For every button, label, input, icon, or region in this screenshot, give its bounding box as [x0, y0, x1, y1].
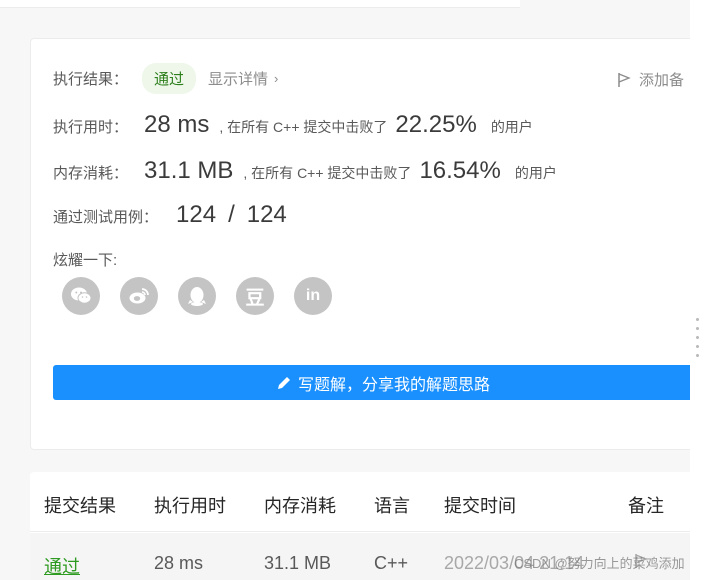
- percent-sign: %: [455, 111, 477, 138]
- watermark: CSDN @努力向上的菜鸡添加: [514, 556, 685, 571]
- memory-suffix: 的用户: [514, 165, 557, 181]
- memory-percent: 16.54: [419, 157, 480, 184]
- memory-label: 内存消耗：: [53, 165, 129, 182]
- weibo-glyph: [129, 288, 149, 304]
- header-runtime: 执行用时: [154, 496, 226, 516]
- show-details-label: 显示详情: [208, 71, 269, 88]
- result-row: 执行结果： 通过 显示详情 ›: [53, 63, 278, 94]
- runtime-percent: 22.25: [395, 111, 456, 138]
- percent-sign: %: [479, 157, 501, 184]
- runtime-suffix: 的用户: [490, 119, 533, 135]
- add-note-label: 添加备: [639, 72, 685, 89]
- header-status: 提交结果: [44, 496, 116, 516]
- row-memory: 31.1 MB: [264, 553, 332, 573]
- submission-result-page: 执行结果： 通过 显示详情 › 添加备 执行用时： 28 ms , 在所有 C+…: [0, 0, 714, 580]
- chevron-right-icon: ›: [274, 71, 279, 86]
- share-label: 炫耀一下:: [53, 252, 118, 269]
- runtime-label: 执行用时：: [53, 119, 129, 136]
- memory-row: 内存消耗： 31.1 MB , 在所有 C++ 提交中击败了 16.54% 的用…: [53, 157, 557, 185]
- qq-glyph: [188, 287, 206, 306]
- header-note: 备注: [628, 496, 664, 516]
- add-note-button[interactable]: 添加备: [617, 69, 684, 90]
- douban-glyph: 豆: [245, 287, 265, 309]
- runtime-row: 执行用时： 28 ms , 在所有 C++ 提交中击败了 22.25% 的用户: [53, 111, 533, 139]
- memory-value: 31.1 MB: [144, 157, 234, 184]
- wechat-icon[interactable]: [62, 277, 100, 315]
- drag-handle-icon[interactable]: [696, 318, 700, 357]
- douban-icon[interactable]: 豆: [236, 277, 274, 315]
- testcases-row: 通过测试用例： 124 / 124: [53, 201, 287, 229]
- linkedin-icon[interactable]: in: [294, 277, 332, 315]
- testcases-label: 通过测试用例：: [53, 209, 159, 226]
- flag-icon: [618, 72, 631, 87]
- linkedin-glyph: in: [305, 287, 321, 304]
- weibo-icon[interactable]: [120, 277, 158, 315]
- testcases-passed: 124: [176, 201, 217, 228]
- status-badge: 通过: [142, 63, 197, 94]
- runtime-beat-text: , 在所有 C++ 提交中击败了: [219, 119, 388, 135]
- runtime-value: 28 ms: [144, 111, 210, 138]
- testcases-total: 124: [246, 201, 287, 228]
- qq-icon[interactable]: [178, 277, 216, 315]
- write-solution-label: 写题解，分享我的解题思路: [297, 376, 490, 394]
- header-submit-time: 提交时间: [444, 496, 516, 516]
- row-runtime: 28 ms: [154, 553, 204, 573]
- share-row: 炫耀一下:: [53, 249, 117, 270]
- header-memory: 内存消耗: [264, 496, 336, 516]
- testcases-separator: /: [228, 201, 235, 228]
- result-label: 执行结果：: [53, 71, 129, 88]
- share-icons: 豆 in: [62, 277, 352, 315]
- header-language: 语言: [374, 496, 410, 516]
- memory-beat-text: , 在所有 C++ 提交中击败了: [243, 165, 412, 181]
- show-details-link[interactable]: 显示详情 ›: [208, 68, 278, 89]
- pencil-icon: [277, 376, 290, 389]
- write-solution-button[interactable]: 写题解，分享我的解题思路: [53, 365, 693, 400]
- scrollbar-rail: [690, 0, 714, 580]
- top-panel-edge: [0, 0, 520, 8]
- table-header: 提交结果 执行用时 内存消耗 语言 提交时间 备注: [30, 472, 694, 532]
- wechat-glyph: [71, 287, 92, 304]
- result-card: 执行结果： 通过 显示详情 › 添加备 执行用时： 28 ms , 在所有 C+…: [30, 38, 694, 450]
- row-language: C++: [374, 553, 409, 573]
- row-status-link[interactable]: 通过: [44, 553, 80, 579]
